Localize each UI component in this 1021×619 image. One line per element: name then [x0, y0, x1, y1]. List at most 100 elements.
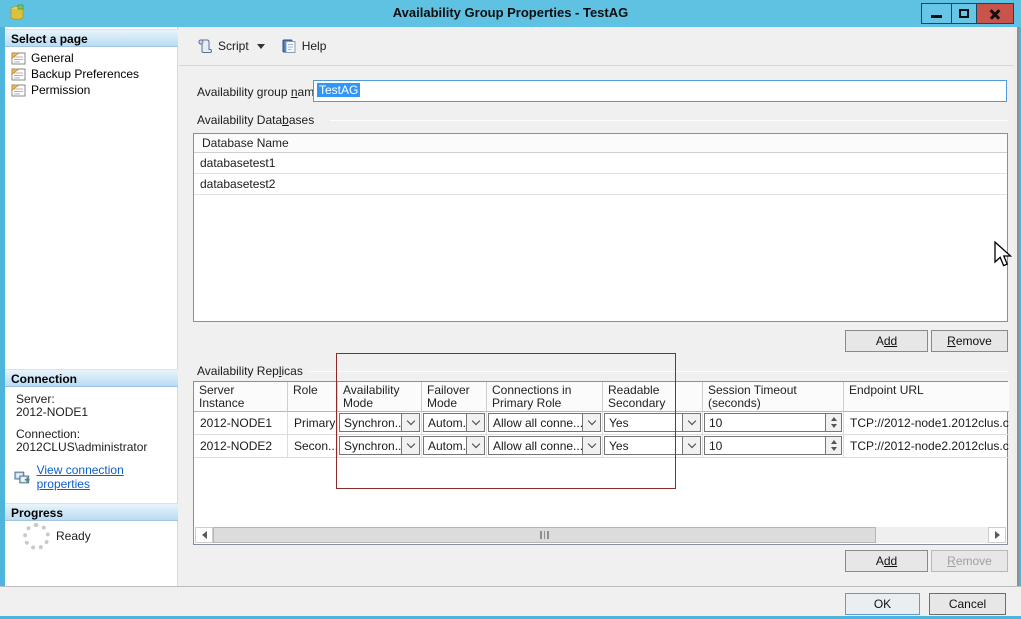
- group-divider: [330, 120, 1008, 121]
- scroll-right-button[interactable]: [988, 527, 1006, 543]
- databases-remove-button[interactable]: Remove: [931, 330, 1008, 352]
- chevron-down-icon[interactable]: [466, 437, 484, 454]
- column-header-failover-mode[interactable]: FailoverMode: [422, 382, 487, 412]
- sidebar-item-label: Permission: [31, 83, 90, 97]
- availability-databases-label: Availability Databases: [197, 113, 320, 127]
- cell-session-timeout: 10: [703, 435, 844, 458]
- group-divider: [308, 371, 1008, 372]
- connection-properties-icon: [14, 470, 31, 484]
- view-connection-properties-link[interactable]: View connection properties: [37, 463, 177, 491]
- server-value: 2012-NODE1: [16, 405, 88, 419]
- column-header-endpoint-url[interactable]: Endpoint URL: [844, 382, 1009, 412]
- minimize-button[interactable]: [921, 3, 952, 24]
- scroll-left-button[interactable]: [195, 527, 213, 543]
- maximize-icon: [959, 9, 969, 18]
- replicas-add-button[interactable]: Add: [845, 550, 928, 572]
- column-header-readable-secondary[interactable]: ReadableSecondary: [603, 382, 703, 412]
- select-a-page-header: Select a page: [5, 29, 178, 47]
- dialog-window: Availability Group Properties - TestAG S…: [0, 0, 1021, 619]
- cell-failover-mode: Autom...: [422, 435, 487, 458]
- connection-value: 2012CLUS\administrator: [16, 440, 147, 454]
- connection-header: Connection: [5, 369, 178, 387]
- chevron-down-icon[interactable]: [582, 414, 600, 431]
- readable-secondary-select[interactable]: Yes: [604, 436, 701, 455]
- session-timeout-stepper[interactable]: 10: [704, 436, 842, 455]
- sidebar-item-label: Backup Preferences: [31, 67, 139, 81]
- cell-role: Primary: [288, 412, 338, 435]
- connection-label: Connection:: [16, 427, 80, 441]
- availability-replicas-table: ServerInstance Role AvailabilityMode Fai…: [193, 381, 1008, 545]
- close-button[interactable]: [976, 3, 1014, 24]
- availability-mode-select[interactable]: Synchron...: [339, 436, 420, 455]
- title-bar[interactable]: Availability Group Properties - TestAG: [0, 0, 1021, 27]
- progress-header: Progress: [5, 503, 178, 521]
- up-down-arrows-icon[interactable]: [825, 414, 841, 431]
- databases-add-button[interactable]: Add: [845, 330, 928, 352]
- chevron-down-icon[interactable]: [401, 437, 419, 454]
- cell-availability-mode: Synchron...: [338, 435, 422, 458]
- cell-readable-secondary: Yes: [603, 412, 703, 435]
- property-page-icon: [11, 52, 26, 65]
- cell-server-instance: 2012-NODE2: [194, 435, 288, 458]
- help-button-label: Help: [302, 39, 327, 53]
- cell-role: Secon...: [288, 435, 338, 458]
- horizontal-scrollbar[interactable]: [195, 527, 1006, 543]
- sidebar-item-backup-preferences[interactable]: Backup Preferences: [11, 66, 139, 82]
- chevron-down-icon[interactable]: [466, 414, 484, 431]
- cell-availability-mode: Synchron...: [338, 412, 422, 435]
- ok-button[interactable]: OK: [845, 593, 920, 615]
- column-header-availability-mode[interactable]: AvailabilityMode: [338, 382, 422, 412]
- column-header-session-timeout[interactable]: Session Timeout(seconds): [703, 382, 844, 412]
- cancel-button[interactable]: Cancel: [929, 593, 1006, 615]
- group-name-input[interactable]: TestAG: [313, 80, 1007, 102]
- failover-mode-select[interactable]: Autom...: [423, 413, 485, 432]
- cell-server-instance: 2012-NODE1: [194, 412, 288, 435]
- table-row[interactable]: databasetest2: [194, 174, 1007, 195]
- footer-bar: OK Cancel: [0, 586, 1021, 616]
- arrow-left-icon: [202, 531, 207, 539]
- scrollbar-thumb[interactable]: [213, 527, 876, 543]
- sidebar: Select a page General Backup Preferences: [5, 27, 178, 586]
- help-book-icon: [281, 38, 297, 54]
- scrollbar-track[interactable]: [876, 527, 988, 543]
- sidebar-item-label: General: [31, 51, 74, 65]
- maximize-button[interactable]: [951, 3, 977, 24]
- script-scroll-icon: [197, 38, 213, 54]
- toolbar: Script Help: [179, 27, 1014, 66]
- minimize-icon: [931, 15, 942, 18]
- arrow-right-icon: [995, 531, 1000, 539]
- chevron-down-icon[interactable]: [682, 414, 700, 431]
- table-row[interactable]: databasetest1: [194, 153, 1007, 174]
- cell-endpoint-url: TCP://2012-node1.2012clus.com: [844, 412, 1009, 435]
- column-header-role[interactable]: Role: [288, 382, 338, 412]
- help-button[interactable]: Help: [275, 35, 333, 57]
- column-header-server-instance[interactable]: ServerInstance: [194, 382, 288, 412]
- cell-failover-mode: Autom...: [422, 412, 487, 435]
- availability-mode-select[interactable]: Synchron...: [339, 413, 420, 432]
- column-header-connections-primary-role[interactable]: Connections inPrimary Role: [487, 382, 603, 412]
- up-down-arrows-icon[interactable]: [825, 437, 841, 454]
- view-connection-properties-row: View connection properties: [14, 463, 177, 491]
- cell-session-timeout: 10: [703, 412, 844, 435]
- property-page-icon: [11, 84, 26, 97]
- session-timeout-stepper[interactable]: 10: [704, 413, 842, 432]
- sidebar-item-permission[interactable]: Permission: [11, 82, 90, 98]
- replicas-remove-button-disabled[interactable]: Remove: [931, 550, 1008, 572]
- progress-status: Ready: [56, 529, 91, 543]
- readable-secondary-select[interactable]: Yes: [604, 413, 701, 432]
- chevron-down-icon[interactable]: [401, 414, 419, 431]
- server-label: Server:: [16, 392, 55, 406]
- sidebar-item-general[interactable]: General: [11, 50, 74, 66]
- cell-endpoint-url: TCP://2012-node2.2012clus.com: [844, 435, 1009, 458]
- cell-connections-primary-role: Allow all conne...: [487, 412, 603, 435]
- chevron-down-icon[interactable]: [582, 437, 600, 454]
- failover-mode-select[interactable]: Autom...: [423, 436, 485, 455]
- mouse-cursor-icon: [994, 241, 1014, 271]
- connections-select[interactable]: Allow all conne...: [488, 413, 601, 432]
- chevron-down-icon[interactable]: [682, 437, 700, 454]
- script-button[interactable]: Script: [191, 35, 271, 57]
- connections-select[interactable]: Allow all conne...: [488, 436, 601, 455]
- chevron-down-icon[interactable]: [257, 44, 265, 49]
- script-button-label: Script: [218, 39, 249, 53]
- database-name-column-header[interactable]: Database Name: [194, 134, 1007, 153]
